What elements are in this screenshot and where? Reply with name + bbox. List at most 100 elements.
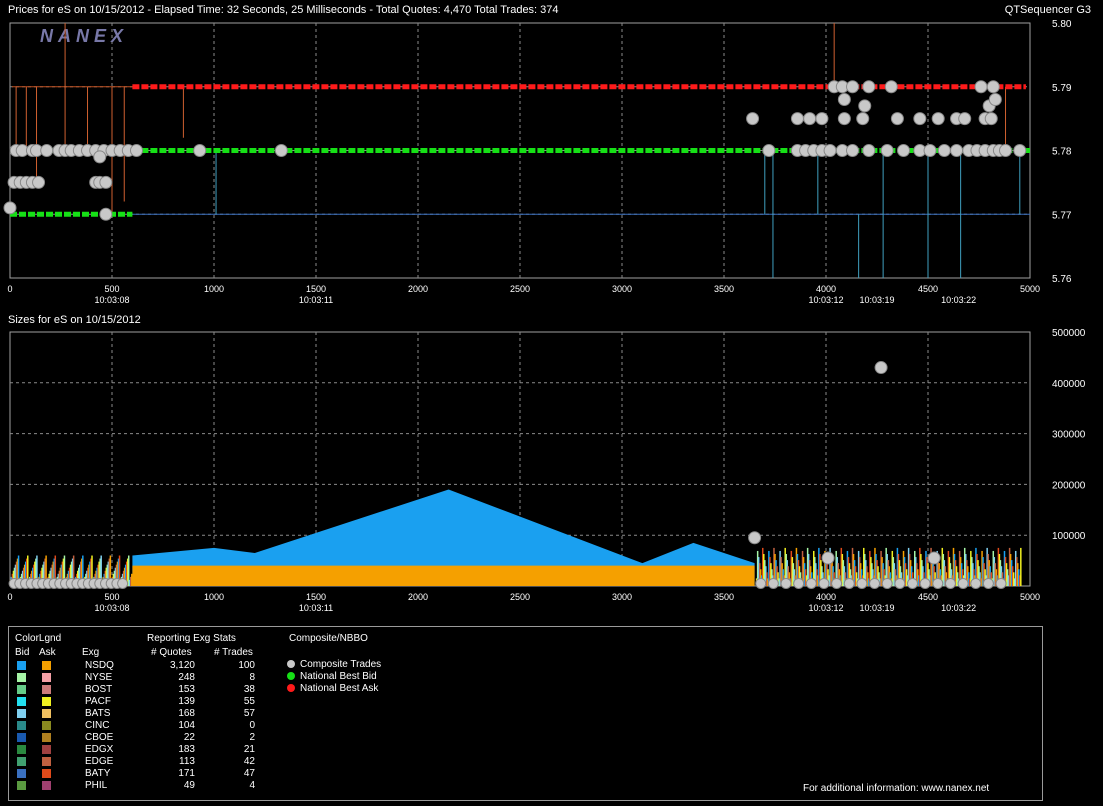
- trade-marker: [746, 112, 760, 126]
- legend-trade-count: 21: [243, 744, 255, 755]
- legend-exchange: BOST: [85, 684, 113, 695]
- legend-bid-swatch: [17, 697, 26, 706]
- trade-marker: [843, 577, 855, 589]
- trade-marker: [3, 201, 17, 215]
- time-label: 10:03:11: [299, 295, 333, 305]
- trade-marker: [884, 80, 898, 94]
- trade-marker: [906, 577, 918, 589]
- trade-marker: [950, 144, 964, 157]
- trade-marker: [856, 112, 870, 126]
- x-tick-label: 1000: [204, 592, 224, 602]
- trade-marker: [805, 577, 817, 589]
- x-tick-label: 0: [7, 592, 12, 602]
- trade-marker: [999, 144, 1013, 157]
- trade-marker: [780, 577, 792, 589]
- trade-marker: [193, 144, 207, 157]
- trade-marker: [958, 112, 972, 126]
- legend-ask-swatch: [42, 757, 51, 766]
- x-tick-label: 2000: [408, 592, 428, 602]
- legend-panel: ColorLgnd Bid Ask Exg Reporting Exg Stat…: [8, 626, 1043, 801]
- trade-marker: [93, 150, 107, 164]
- x-tick-label: 2000: [408, 284, 428, 294]
- legend-quote-count: 168: [178, 708, 195, 719]
- trade-marker: [986, 80, 1000, 94]
- y-tick-label: 5.76: [1052, 274, 1072, 285]
- trade-marker: [748, 531, 762, 545]
- x-tick-label: 3500: [714, 592, 734, 602]
- legend-exchange: CBOE: [85, 732, 114, 743]
- legend-trade-count: 2: [249, 732, 255, 743]
- x-tick-label: 4000: [816, 284, 836, 294]
- trade-marker: [790, 112, 804, 126]
- legend-quote-count: 139: [178, 696, 195, 707]
- trade-marker: [874, 361, 888, 375]
- legend-footer: For additional information: www.nanex.ne…: [803, 783, 990, 794]
- charts-canvas: 0 500 1000 1500 2000 2500 3000 3500 4000 4500 5000…: [3, 19, 1086, 613]
- legend-ask-swatch: [42, 685, 51, 694]
- legend-quote-count: 183: [178, 744, 195, 755]
- time-label: 10:03:19: [859, 295, 894, 305]
- time-label: 10:03:12: [808, 603, 843, 613]
- time-label: 10:03:12: [808, 295, 843, 305]
- legend-exchange: PHIL: [85, 780, 108, 791]
- trade-marker: [40, 144, 54, 157]
- trade-marker: [869, 577, 881, 589]
- x-tick-label: 4500: [918, 284, 938, 294]
- legend-ask-swatch: [42, 697, 51, 706]
- y-tick-label: 300000: [1052, 430, 1086, 441]
- trade-marker: [823, 144, 837, 157]
- legend-quote-count: 171: [178, 768, 195, 779]
- legend-bid-swatch: [17, 757, 26, 766]
- trade-marker: [32, 175, 46, 189]
- trade-marker: [129, 144, 143, 157]
- x-tick-label: 4000: [816, 592, 836, 602]
- legend-bid-swatch: [17, 721, 26, 730]
- legend-ask-swatch: [42, 673, 51, 682]
- trade-marker: [974, 80, 988, 94]
- y-tick-label: 200000: [1052, 480, 1086, 491]
- legend-exchange: EDGX: [85, 744, 114, 755]
- x-tick-label: 3000: [612, 284, 632, 294]
- legend-trade-count: 0: [249, 720, 255, 731]
- legend-bid-swatch: [17, 661, 26, 670]
- trade-marker: [927, 551, 941, 565]
- legend-composite-marker: [287, 660, 295, 668]
- y-tick-label: 100000: [1052, 531, 1086, 542]
- legend-heading-stats: Reporting Exg Stats: [147, 633, 236, 644]
- trade-marker: [846, 80, 860, 94]
- trade-marker: [919, 577, 931, 589]
- y-tick-label: 5.80: [1052, 19, 1072, 30]
- trade-marker: [815, 112, 829, 126]
- trade-marker: [931, 112, 945, 126]
- legend-ask-swatch: [42, 733, 51, 742]
- trade-marker: [1013, 144, 1027, 157]
- legend-exchange: EDGE: [85, 756, 114, 767]
- time-label: 10:03:08: [94, 603, 129, 613]
- legend-exchange: CINC: [85, 720, 110, 731]
- x-tick-label: 5000: [1020, 592, 1040, 602]
- legend-trade-count: 47: [243, 768, 255, 779]
- x-tick-label: 3500: [714, 284, 734, 294]
- legend-trade-count: 55: [243, 696, 255, 707]
- trade-marker: [984, 112, 998, 126]
- legend-bid-swatch: [17, 685, 26, 694]
- legend-heading-trades: # Trades: [214, 647, 253, 658]
- time-label: 10:03:22: [941, 603, 976, 613]
- trade-marker: [837, 112, 851, 126]
- legend-composite-marker: [287, 684, 295, 692]
- legend-quote-count: 153: [178, 684, 195, 695]
- legend-heading-composite: Composite/NBBO: [289, 633, 368, 644]
- legend-composite-label: National Best Ask: [300, 683, 379, 694]
- trade-marker: [970, 577, 982, 589]
- trade-marker: [793, 577, 805, 589]
- legend-quote-count: 113: [179, 756, 195, 767]
- legend-trade-count: 100: [238, 660, 255, 671]
- x-tick-label: 500: [104, 592, 119, 602]
- trade-marker: [957, 577, 969, 589]
- trade-marker: [897, 144, 911, 157]
- ask-size-area: [132, 565, 755, 586]
- y-tick-label: 5.77: [1052, 210, 1072, 221]
- x-tick-label: 4500: [918, 592, 938, 602]
- y-tick-label: 400000: [1052, 379, 1086, 390]
- legend-bid-swatch: [17, 673, 26, 682]
